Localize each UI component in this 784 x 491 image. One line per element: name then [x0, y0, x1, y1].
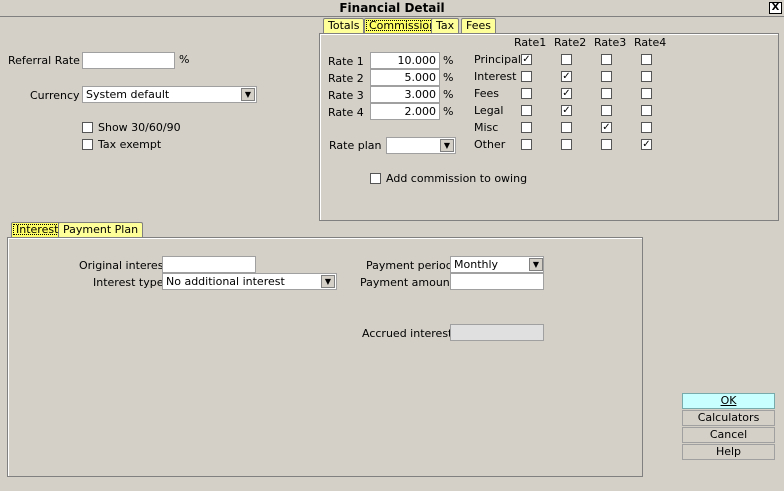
commission-checkbox[interactable]	[601, 105, 612, 116]
commission-checkbox[interactable]: ✓	[561, 105, 572, 116]
check-icon: ✓	[522, 54, 531, 65]
check-icon: ✓	[562, 71, 571, 82]
check-icon: ✓	[562, 105, 571, 116]
commission-checkbox[interactable]	[521, 88, 532, 99]
commission-checkbox[interactable]	[641, 122, 652, 133]
chevron-down-icon[interactable]: ▼	[440, 139, 454, 152]
payment-amount-label: Payment amount	[360, 276, 455, 289]
ok-button[interactable]: OK	[682, 393, 775, 409]
tab-totals[interactable]: Totals	[323, 18, 365, 33]
window-title: Financial Detail	[339, 1, 445, 15]
rate-input[interactable]: 2.000	[370, 103, 440, 120]
commission-checkbox[interactable]	[641, 71, 652, 82]
currency-select[interactable]: System default	[82, 86, 257, 103]
show-306090-checkbox[interactable]	[82, 122, 93, 133]
commission-checkbox[interactable]	[641, 54, 652, 65]
calculators-button[interactable]: Calculators	[682, 410, 775, 426]
add-commission-to-owing-checkbox[interactable]	[370, 173, 381, 184]
referral-rate-label: Referral Rate	[8, 54, 80, 67]
commission-checkbox[interactable]: ✓	[601, 122, 612, 133]
accrued-interest-field	[450, 324, 544, 341]
help-button[interactable]: Help	[682, 444, 775, 460]
commission-checkbox[interactable]: ✓	[641, 139, 652, 150]
referral-rate-percent: %	[179, 53, 190, 66]
commission-checkbox[interactable]	[561, 122, 572, 133]
rate-percent: %	[443, 88, 454, 101]
rate-percent: %	[443, 71, 454, 84]
commission-checkbox[interactable]	[601, 88, 612, 99]
rate-input[interactable]: 5.000	[370, 69, 440, 86]
rate-input[interactable]: 10.000	[370, 52, 440, 69]
commission-checkbox[interactable]	[521, 122, 532, 133]
commission-checkbox[interactable]	[601, 71, 612, 82]
tab-commission[interactable]: Commission	[364, 18, 442, 33]
cancel-button-label: Cancel	[709, 428, 748, 441]
category-label: Legal	[474, 104, 504, 117]
rate-percent: %	[443, 54, 454, 67]
chevron-down-icon[interactable]: ▼	[529, 258, 543, 271]
rate-label: Rate 3	[328, 89, 364, 102]
title-bar: Financial Detail	[0, 0, 784, 17]
commission-checkbox[interactable]: ✓	[561, 71, 572, 82]
rate-percent: %	[443, 105, 454, 118]
check-icon: ✓	[602, 122, 611, 133]
rate-col-header: Rate1	[514, 36, 547, 49]
interest-type-value: No additional interest	[166, 275, 285, 288]
check-icon: ✓	[562, 88, 571, 99]
rate-label: Rate 4	[328, 106, 364, 119]
tab-tax[interactable]: Tax	[431, 18, 460, 33]
chevron-down-icon[interactable]: ▼	[321, 275, 335, 288]
currency-label: Currency	[30, 89, 80, 102]
commission-checkbox[interactable]: ✓	[521, 54, 532, 65]
accrued-interest-label: Accrued interest	[362, 327, 453, 340]
interest-type-select[interactable]: No additional interest	[162, 273, 337, 290]
close-icon[interactable]: X	[769, 2, 782, 14]
commission-checkbox[interactable]	[641, 88, 652, 99]
tab-payment-plan[interactable]: Payment Plan	[58, 222, 144, 237]
commission-checkbox[interactable]: ✓	[561, 88, 572, 99]
category-label: Principal	[474, 53, 521, 66]
rate-col-header: Rate2	[554, 36, 587, 49]
category-label: Interest	[474, 70, 517, 83]
add-commission-to-owing-label: Add commission to owing	[386, 172, 528, 185]
commission-checkbox[interactable]	[641, 105, 652, 116]
category-label: Misc	[474, 121, 499, 134]
rate-col-header: Rate3	[594, 36, 627, 49]
referral-rate-input[interactable]	[82, 52, 175, 69]
category-label: Other	[474, 138, 506, 151]
tax-exempt-checkbox[interactable]	[82, 139, 93, 150]
help-button-label: Help	[715, 445, 742, 458]
tax-exempt-label: Tax exempt	[98, 138, 162, 151]
commission-checkbox[interactable]	[601, 54, 612, 65]
original-interest-label: Original interest	[79, 259, 168, 272]
show-306090-label: Show 30/60/90	[98, 121, 181, 134]
commission-checkbox[interactable]	[521, 71, 532, 82]
original-interest-input[interactable]	[162, 256, 256, 273]
commission-checkbox[interactable]	[561, 54, 572, 65]
commission-checkbox[interactable]	[561, 139, 572, 150]
chevron-down-icon[interactable]: ▼	[241, 88, 255, 101]
rate-input[interactable]: 3.000	[370, 86, 440, 103]
rate-label: Rate 1	[328, 55, 364, 68]
tab-interest[interactable]: Interest	[11, 222, 64, 237]
commission-checkbox[interactable]	[601, 139, 612, 150]
rate-label: Rate 2	[328, 72, 364, 85]
tab-fees[interactable]: Fees	[461, 18, 496, 33]
commission-checkbox[interactable]	[521, 139, 532, 150]
check-icon: ✓	[642, 139, 651, 150]
calculators-button-label: Calculators	[697, 411, 760, 424]
payment-period-value: Monthly	[454, 258, 499, 271]
interest-type-label: Interest type	[93, 276, 164, 289]
rate-plan-label: Rate plan	[329, 139, 382, 152]
category-label: Fees	[474, 87, 499, 100]
commission-checkbox[interactable]	[521, 105, 532, 116]
currency-value: System default	[86, 88, 170, 101]
rate-col-header: Rate4	[634, 36, 667, 49]
ok-button-label: OK	[720, 394, 737, 407]
payment-amount-input[interactable]	[450, 273, 544, 290]
payment-period-label: Payment period	[366, 259, 453, 272]
cancel-button[interactable]: Cancel	[682, 427, 775, 443]
